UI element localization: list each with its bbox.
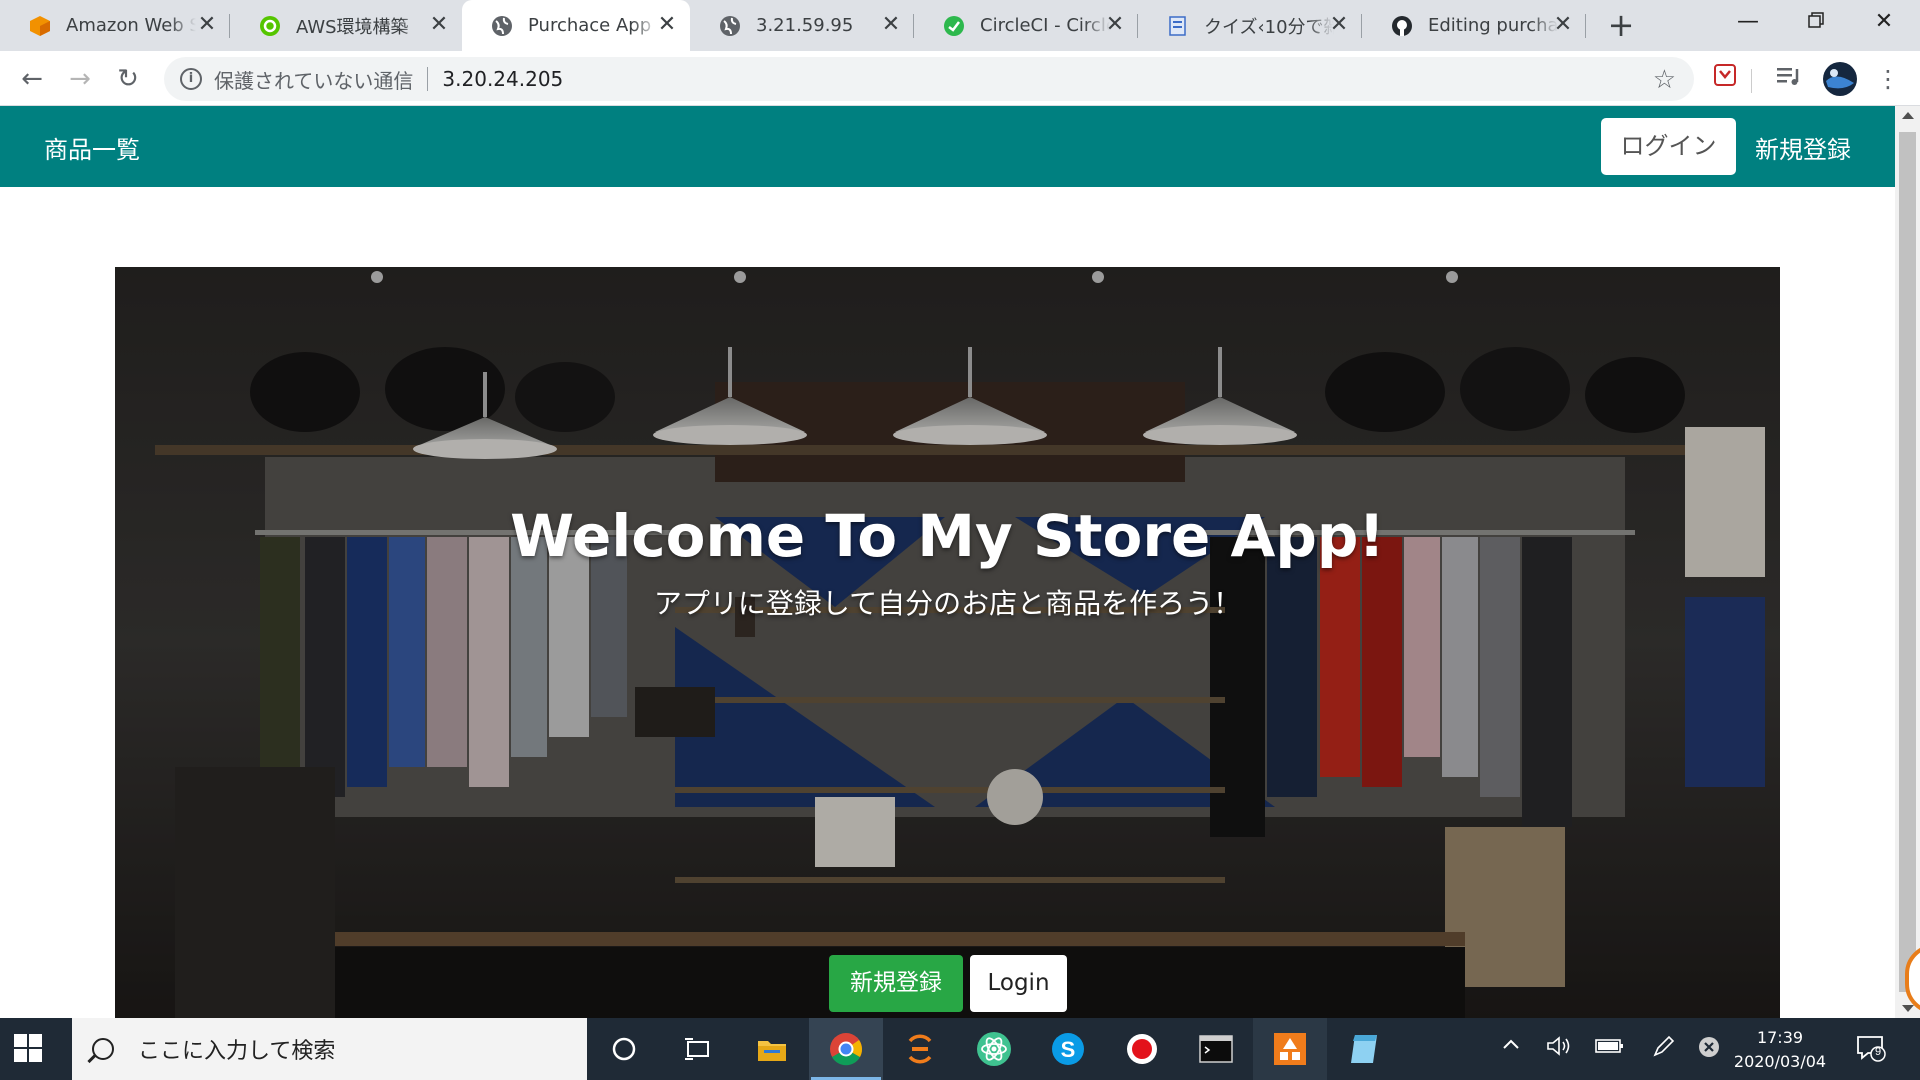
nav-product-list-link[interactable]: 商品一覧	[44, 130, 140, 165]
aws-box-icon	[28, 14, 52, 38]
task-view-icon[interactable]	[661, 1018, 735, 1080]
scroll-down-icon[interactable]	[1902, 1005, 1914, 1012]
info-icon[interactable]: i	[180, 68, 202, 90]
tab-close-icon[interactable]: ✕	[656, 14, 678, 36]
windows-taskbar: ここに入力して検索 S 17:39 2020/03/04 9	[0, 1018, 1920, 1080]
hero-banner: Welcome To My Store App! アプリに登録して自分のお店と商…	[115, 267, 1780, 1018]
tab-close-icon[interactable]: ✕	[1552, 14, 1574, 36]
nav-login-button[interactable]: ログイン	[1601, 118, 1736, 175]
cortana-icon[interactable]	[587, 1018, 661, 1080]
qiita-icon	[258, 14, 282, 38]
tab-close-icon[interactable]: ✕	[1328, 14, 1350, 36]
doc-icon	[1166, 14, 1190, 38]
pen-icon[interactable]	[1648, 1035, 1678, 1063]
site-navbar: 商品一覧 ログイン 新規登録	[0, 106, 1895, 187]
record-icon[interactable]	[1105, 1018, 1179, 1080]
svg-text:S: S	[1061, 1037, 1076, 1062]
browser-toolbar: ← → ↻ i 保護されていない通信 3.20.24.205 ☆ ⋮	[0, 51, 1920, 106]
hero-title: Welcome To My Store App!	[510, 502, 1385, 570]
circleci-icon	[942, 14, 966, 38]
toolbar-divider	[1751, 69, 1752, 93]
globe-icon	[718, 14, 742, 38]
tab-close-icon[interactable]: ✕	[880, 14, 902, 36]
eclipse-icon[interactable]	[883, 1018, 957, 1080]
minimize-button[interactable]: —	[1718, 0, 1778, 44]
scroll-thumb[interactable]	[1899, 132, 1916, 992]
tab-amazon-web-services[interactable]: Amazon Web Se ✕	[0, 0, 230, 51]
app-icon[interactable]	[1253, 1018, 1327, 1080]
chevron-up-icon[interactable]	[1496, 1035, 1526, 1063]
back-button[interactable]: ←	[16, 63, 48, 95]
terminal-icon[interactable]	[1179, 1018, 1253, 1080]
chrome-icon[interactable]	[809, 1018, 883, 1080]
forward-button[interactable]: →	[64, 63, 96, 95]
extension-icon[interactable]	[1709, 63, 1741, 95]
github-icon	[1390, 14, 1414, 38]
store-background-image	[115, 267, 1780, 1018]
new-tab-button[interactable]: +	[1604, 8, 1638, 42]
tab-purchace-app[interactable]: Purchace App ✕	[462, 0, 690, 51]
bookmark-star-icon[interactable]: ☆	[1653, 65, 1676, 95]
clock-time: 17:39	[1756, 1028, 1804, 1047]
address-bar[interactable]: i 保護されていない通信 3.20.24.205 ☆	[164, 57, 1694, 101]
notification-count: 9	[1874, 1046, 1882, 1058]
hero-login-button[interactable]: Login	[970, 955, 1067, 1012]
search-icon	[92, 1038, 114, 1060]
scroll-up-icon[interactable]	[1902, 112, 1914, 119]
reload-button[interactable]: ↻	[112, 63, 144, 95]
windows-start-icon[interactable]	[14, 1034, 42, 1062]
security-label: 保護されていない通信	[214, 68, 414, 93]
address-divider	[427, 67, 429, 91]
taskbar-clock[interactable]: 17:39 2020/03/04	[1725, 1026, 1835, 1074]
tab-close-icon[interactable]: ✕	[428, 14, 450, 36]
close-window-button[interactable]: ✕	[1854, 0, 1914, 44]
hero-signup-button[interactable]: 新規登録	[829, 955, 963, 1012]
url-text[interactable]: 3.20.24.205	[442, 67, 563, 91]
menu-kebab-icon[interactable]: ⋮	[1872, 63, 1904, 95]
nav-signup-link[interactable]: 新規登録	[1755, 130, 1851, 165]
battery-icon[interactable]	[1592, 1035, 1626, 1063]
atom-icon[interactable]	[957, 1018, 1031, 1080]
media-control-icon[interactable]	[1773, 63, 1805, 95]
restore-icon	[1808, 12, 1824, 28]
page-viewport: 商品一覧 ログイン 新規登録 Welcome To My Store App! …	[0, 106, 1920, 1018]
notification-center-icon[interactable]: 9	[1856, 1034, 1886, 1062]
globe-icon	[490, 14, 514, 38]
notepad-icon[interactable]	[1327, 1018, 1401, 1080]
file-explorer-icon[interactable]	[735, 1018, 809, 1080]
page-scrollbar[interactable]	[1895, 106, 1920, 1018]
profile-avatar[interactable]	[1822, 61, 1858, 97]
tab-ip-address[interactable]: 3.21.59.95 ✕	[690, 0, 914, 51]
tab-quiz[interactable]: クイズ‹10分で雑 ✕	[1138, 0, 1362, 51]
restore-button[interactable]	[1786, 0, 1846, 44]
tab-github[interactable]: Editing purchase ✕	[1362, 0, 1586, 51]
clock-date: 2020/03/04	[1733, 1052, 1827, 1071]
tab-strip: Amazon Web Se ✕ AWS環境構築 ✕ Purchace App ✕…	[0, 0, 1920, 51]
skype-icon[interactable]: S	[1031, 1018, 1105, 1080]
tab-aws-setup[interactable]: AWS環境構築 ✕	[230, 0, 462, 51]
taskbar-search-placeholder: ここに入力して検索	[138, 1039, 336, 1064]
close-circle-icon[interactable]	[1694, 1035, 1724, 1063]
hero-subtitle: アプリに登録して自分のお店と商品を作ろう！	[653, 587, 1242, 620]
speaker-icon[interactable]	[1544, 1035, 1574, 1063]
tab-circleci[interactable]: CircleCI - CircleC ✕	[914, 0, 1138, 51]
taskbar-search-box[interactable]: ここに入力して検索	[72, 1018, 587, 1080]
tab-close-icon[interactable]: ✕	[196, 14, 218, 36]
tab-close-icon[interactable]: ✕	[1104, 14, 1126, 36]
